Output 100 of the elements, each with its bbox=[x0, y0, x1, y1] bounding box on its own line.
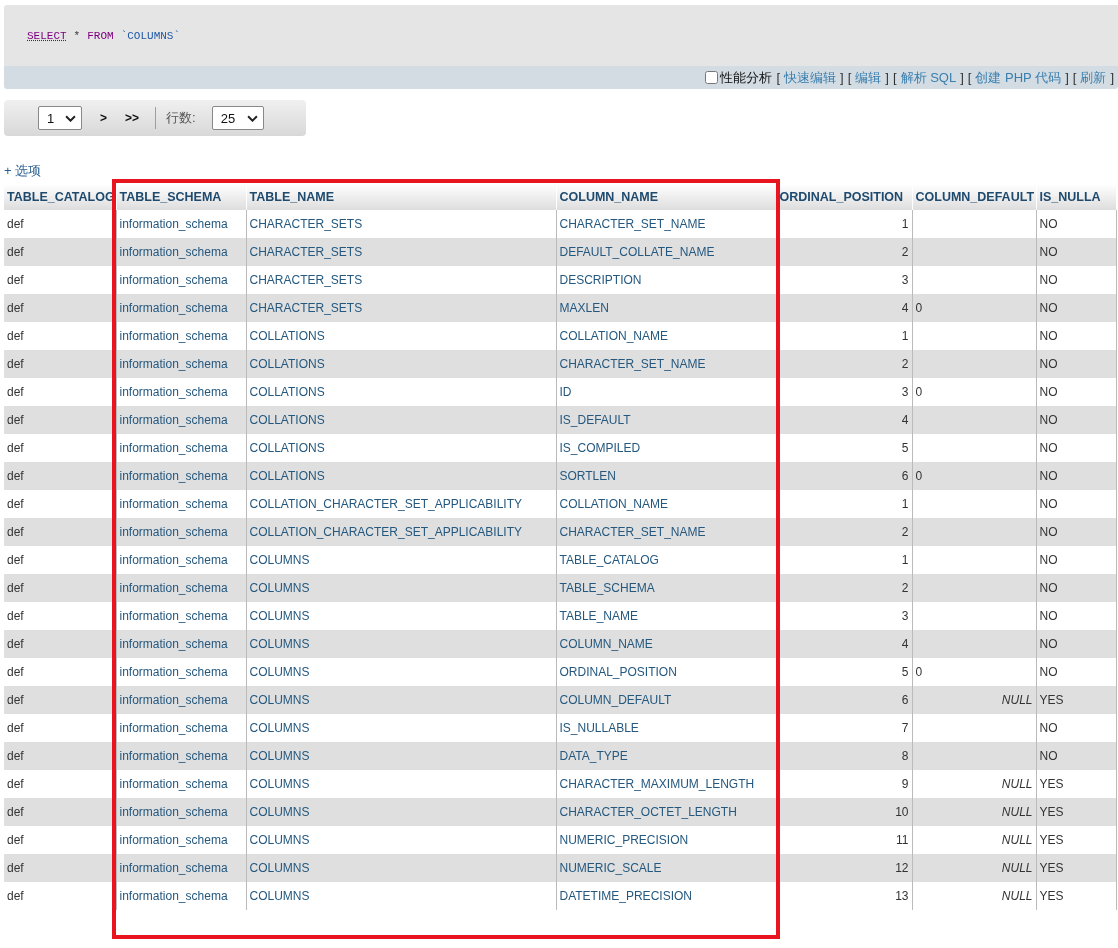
table-cell: def bbox=[4, 826, 116, 854]
bracket: ] bbox=[1110, 70, 1114, 85]
table-cell: NO bbox=[1036, 266, 1116, 294]
table-cell: NULL bbox=[912, 826, 1036, 854]
table-cell: NO bbox=[1036, 406, 1116, 434]
table-cell: COLLATIONS bbox=[246, 322, 556, 350]
table-cell: COLLATION_CHARACTER_SET_APPLICABILITY bbox=[246, 490, 556, 518]
table-cell: YES bbox=[1036, 686, 1116, 714]
table-cell: NO bbox=[1036, 574, 1116, 602]
table-cell: YES bbox=[1036, 770, 1116, 798]
table-cell: COLLATIONS bbox=[246, 406, 556, 434]
table-cell: IS_DEFAULT bbox=[556, 406, 776, 434]
column-header[interactable]: TABLE_CATALOG bbox=[4, 184, 116, 210]
table-cell: information_schema bbox=[116, 462, 246, 490]
table-cell: def bbox=[4, 434, 116, 462]
table-cell: COLUMNS bbox=[246, 574, 556, 602]
table-cell: NO bbox=[1036, 322, 1116, 350]
last-page-button[interactable]: >> bbox=[125, 111, 140, 125]
table-cell: COLUMNS bbox=[246, 602, 556, 630]
table-cell: def bbox=[4, 518, 116, 546]
chevron-down-icon bbox=[65, 114, 76, 122]
bracket: [ bbox=[892, 70, 897, 85]
rows-per-page-select[interactable]: 25 bbox=[211, 106, 264, 130]
table-cell: information_schema bbox=[116, 798, 246, 826]
table-cell: NO bbox=[1036, 546, 1116, 574]
table-cell: NO bbox=[1036, 518, 1116, 546]
bracket: [ bbox=[967, 70, 972, 85]
table-cell: DATA_TYPE bbox=[556, 742, 776, 770]
table-cell: 0 bbox=[912, 294, 1036, 322]
table-cell: NO bbox=[1036, 602, 1116, 630]
table-cell: COLUMNS bbox=[246, 798, 556, 826]
table-cell: NO bbox=[1036, 210, 1116, 238]
sql-token: * bbox=[73, 29, 81, 42]
table-cell: CHARACTER_SETS bbox=[246, 266, 556, 294]
table-cell: def bbox=[4, 686, 116, 714]
table-cell: information_schema bbox=[116, 686, 246, 714]
table-cell: def bbox=[4, 322, 116, 350]
table-cell: def bbox=[4, 714, 116, 742]
table-cell: NULL bbox=[912, 770, 1036, 798]
table-cell: COLUMNS bbox=[246, 882, 556, 910]
table-cell: NUMERIC_SCALE bbox=[556, 854, 776, 882]
table-cell: def bbox=[4, 770, 116, 798]
table-cell: def bbox=[4, 854, 116, 882]
table-cell: COLLATIONS bbox=[246, 378, 556, 406]
table-cell: def bbox=[4, 406, 116, 434]
table-cell: YES bbox=[1036, 854, 1116, 882]
table-cell: 0 bbox=[912, 462, 1036, 490]
table-cell: COLUMN_NAME bbox=[556, 630, 776, 658]
sql-token: SELECT bbox=[27, 29, 67, 42]
table-cell: COLLATIONS bbox=[246, 462, 556, 490]
table-cell: information_schema bbox=[116, 518, 246, 546]
table-cell: COLUMNS bbox=[246, 714, 556, 742]
bracket: ] bbox=[840, 70, 844, 85]
table-cell: def bbox=[4, 462, 116, 490]
column-header[interactable]: COLUMN_DEFAULT bbox=[912, 184, 1036, 210]
table-cell: 0 bbox=[912, 378, 1036, 406]
table-cell: def bbox=[4, 490, 116, 518]
table-cell: SORTLEN bbox=[556, 462, 776, 490]
table-cell: NO bbox=[1036, 742, 1116, 770]
table-cell: COLUMNS bbox=[246, 546, 556, 574]
column-header[interactable]: TABLE_SCHEMA bbox=[116, 184, 246, 210]
bracket: [ bbox=[1072, 70, 1077, 85]
table-cell: def bbox=[4, 294, 116, 322]
next-page-button[interactable]: > bbox=[100, 111, 107, 125]
table-cell: def bbox=[4, 546, 116, 574]
table-cell: information_schema bbox=[116, 406, 246, 434]
options-link[interactable]: + 选项 bbox=[4, 162, 1118, 180]
table-cell: NULL bbox=[912, 882, 1036, 910]
bracket: [ bbox=[847, 70, 852, 85]
column-header[interactable]: TABLE_NAME bbox=[246, 184, 556, 210]
chevron-down-icon bbox=[246, 114, 258, 122]
table-cell: 0 bbox=[912, 658, 1036, 686]
table-cell: information_schema bbox=[116, 630, 246, 658]
table-cell: NO bbox=[1036, 378, 1116, 406]
bracket: ] bbox=[960, 70, 964, 85]
table-cell: def bbox=[4, 378, 116, 406]
table-cell: YES bbox=[1036, 798, 1116, 826]
table-cell: NO bbox=[1036, 630, 1116, 658]
table-cell: COLUMNS bbox=[246, 854, 556, 882]
rows-label: 行数: bbox=[166, 109, 196, 127]
table-cell: CHARACTER_SETS bbox=[246, 294, 556, 322]
table-cell: YES bbox=[1036, 882, 1116, 910]
bracket: ] bbox=[1065, 70, 1069, 85]
table-cell: def bbox=[4, 266, 116, 294]
table-cell: COLUMNS bbox=[246, 686, 556, 714]
table-cell: def bbox=[4, 630, 116, 658]
table-cell: information_schema bbox=[116, 574, 246, 602]
table-cell: NO bbox=[1036, 238, 1116, 266]
table-cell: COLUMNS bbox=[246, 630, 556, 658]
table-cell: def bbox=[4, 798, 116, 826]
column-header[interactable]: IS_NULLA bbox=[1036, 184, 1116, 210]
table-cell: information_schema bbox=[116, 350, 246, 378]
table-cell: NULL bbox=[912, 854, 1036, 882]
table-cell: TABLE_SCHEMA bbox=[556, 574, 776, 602]
bracket: [ bbox=[776, 70, 781, 85]
page-select[interactable]: 1 bbox=[38, 106, 82, 130]
column-header[interactable]: COLUMN_NAME bbox=[556, 184, 776, 210]
table-cell: DEFAULT_COLLATE_NAME bbox=[556, 238, 776, 266]
table-cell: def bbox=[4, 350, 116, 378]
profiling-checkbox[interactable] bbox=[705, 71, 719, 84]
